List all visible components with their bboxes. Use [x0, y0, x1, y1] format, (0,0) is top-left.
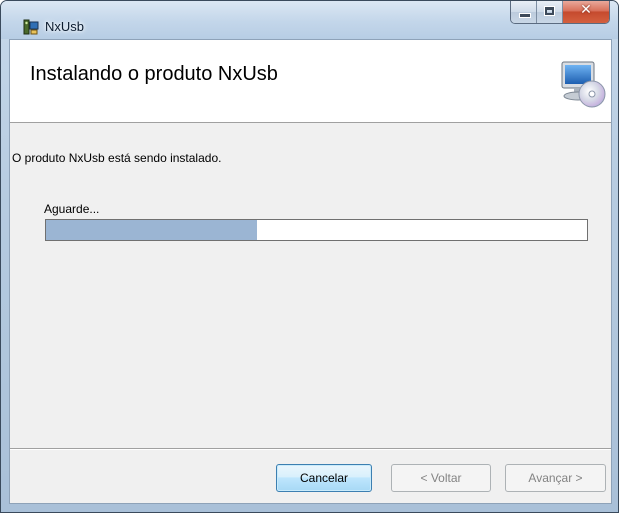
installer-app-icon	[22, 18, 40, 36]
dialog-client-area: Instalando o produto NxUsb O produto NxU…	[9, 39, 612, 504]
page-title: Instalando o produto NxUsb	[30, 63, 278, 85]
close-button[interactable]: ✕	[563, 1, 609, 23]
next-button[interactable]: Avançar >	[505, 464, 606, 492]
window-title: NxUsb	[45, 19, 85, 34]
maximize-icon	[544, 6, 555, 16]
minimize-button[interactable]	[511, 1, 537, 23]
footer-separator	[10, 448, 611, 450]
installer-window: NxUsb ✕ Instalando o produto NxUsb O pro…	[0, 0, 619, 513]
caption-buttons: ✕	[510, 1, 610, 24]
back-button[interactable]: < Voltar	[391, 464, 491, 492]
install-progress-bar	[45, 219, 588, 241]
install-status-text: O produto NxUsb está sendo instalado.	[12, 151, 222, 165]
wait-label: Aguarde...	[44, 202, 100, 216]
minimize-icon	[519, 13, 531, 18]
maximize-button[interactable]	[537, 1, 563, 23]
header-banner: Instalando o produto NxUsb	[10, 40, 611, 123]
progress-bar-fill	[46, 220, 257, 240]
close-icon: ✕	[580, 2, 592, 18]
cancel-button[interactable]: Cancelar	[276, 464, 372, 492]
computer-with-disc-icon	[558, 60, 606, 108]
title-bar[interactable]: NxUsb ✕	[1, 1, 618, 39]
